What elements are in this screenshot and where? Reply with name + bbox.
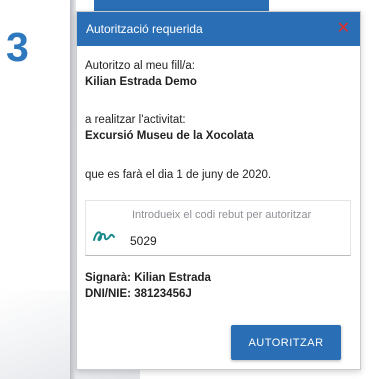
date-text: que es farà el dia 1 de juny de 2020. xyxy=(85,169,272,181)
code-input-value[interactable]: 5029 xyxy=(130,234,157,248)
authorize-button[interactable]: AUTORITZAR xyxy=(231,325,341,360)
signer-text: Signarà: Kilian Estrada xyxy=(85,272,211,284)
authorization-code-field[interactable]: Introdueix el codi rebut per autoritzar … xyxy=(85,200,351,256)
activity-intro: a realitzar l'activitat: xyxy=(85,114,186,126)
activity-name: Excursió Museu de la Xocolata xyxy=(85,130,254,142)
dialog-header: Autorització requerida ✕ xyxy=(77,12,360,46)
close-icon[interactable]: ✕ xyxy=(337,21,350,37)
child-name: Kilian Estrada Demo xyxy=(85,76,197,88)
authorization-dialog: Autorització requerida ✕ Autoritzo al me… xyxy=(76,11,361,370)
authorize-text: Autoritzo al meu fill/a: xyxy=(85,60,195,72)
step-number: 3 xyxy=(6,24,29,70)
signature-icon xyxy=(93,231,115,242)
dialog-title: Autorització requerida xyxy=(86,22,203,36)
code-field-placeholder: Introdueix el codi rebut per autoritzar xyxy=(132,209,312,221)
id-number-text: DNI/NIE: 38123456J xyxy=(85,288,192,300)
